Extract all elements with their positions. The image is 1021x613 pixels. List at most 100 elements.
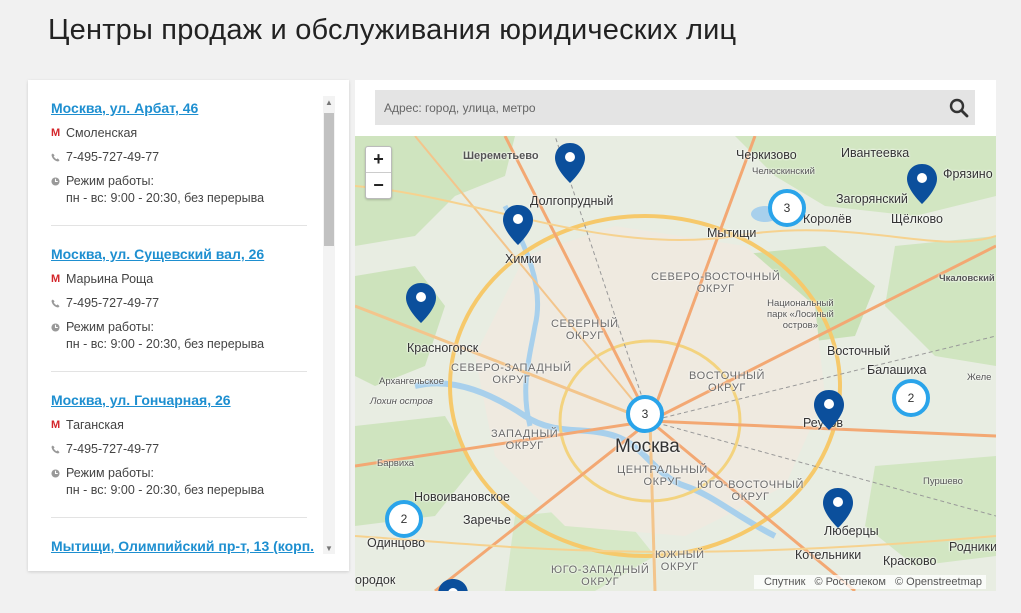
label-sao: СЕВЕРНЫЙ ОКРУГ: [551, 318, 619, 342]
map-pin-icon[interactable]: [437, 578, 469, 591]
map-panel: Шереметьево Долгопрудный Черкизово Челюс…: [355, 80, 996, 591]
label-arkhangelskoe: Архангельское: [379, 376, 444, 387]
hours-value: пн - вс: 9:00 - 20:30, без перерыва: [66, 191, 265, 205]
search-icon[interactable]: [947, 96, 971, 120]
address-search-input[interactable]: [375, 90, 944, 125]
map[interactable]: Шереметьево Долгопрудный Черкизово Челюс…: [355, 136, 996, 591]
phone-icon: [51, 295, 66, 311]
metro-name: Смоленская: [66, 126, 138, 140]
office-metro: M Таганская: [51, 417, 307, 434]
office-link[interactable]: Мытищи, Олимпийский пр-т, 13 (корп.: [51, 538, 314, 554]
map-pin-icon[interactable]: [405, 282, 437, 324]
label-kotelniki: Котельники: [795, 548, 862, 562]
map-pin-icon[interactable]: [822, 487, 854, 529]
office-item: Москва, ул. Арбат, 46 M Смоленская 7-495…: [51, 80, 307, 226]
map-pin-icon[interactable]: [502, 204, 534, 246]
label-svao: СЕВЕРО-ВОСТОЧНЫЙ ОКРУГ: [651, 271, 781, 295]
label-gorodok: ородок: [355, 573, 396, 587]
metro-icon: M: [51, 127, 61, 139]
list-scrollbar[interactable]: ▲ ▼: [323, 96, 335, 554]
label-odintsovo: Одинцово: [367, 536, 426, 550]
label-zao: ЗАПАДНЫЙ ОКРУГ: [491, 428, 559, 452]
office-item: Мытищи, Олимпийский пр-т, 13 (корп.: [51, 518, 314, 571]
metro-icon: M: [51, 273, 61, 285]
zoom-control: + −: [365, 146, 392, 199]
hours-value: пн - вс: 9:00 - 20:30, без перерыва: [66, 483, 265, 497]
label-purshevo: Пуршево: [923, 476, 963, 487]
cluster-marker[interactable]: 3: [768, 189, 806, 227]
office-phone: 7-495-727-49-77: [51, 295, 307, 312]
label-zheleznodorozhny: Желе: [967, 372, 992, 383]
office-phone: 7-495-727-49-77: [51, 441, 307, 458]
hours-label: Режим работы:: [66, 174, 154, 188]
attribution-sputnik[interactable]: Спутник: [764, 576, 805, 588]
address-search: [375, 90, 975, 125]
map-pin-icon[interactable]: [554, 142, 586, 184]
office-hours: Режим работы: пн - вс: 9:00 - 20:30, без …: [51, 173, 307, 207]
label-sheremetyevo: Шереметьево: [463, 150, 539, 162]
metro-name: Марьина Роща: [66, 272, 154, 286]
scroll-thumb[interactable]: [324, 113, 334, 246]
office-list[interactable]: Москва, ул. Арбат, 46 M Смоленская 7-495…: [28, 80, 328, 571]
page-title: Центры продаж и обслуживания юридических…: [48, 14, 737, 46]
cluster-marker[interactable]: 2: [892, 379, 930, 417]
label-krasnogorsk: Красногорск: [407, 341, 479, 355]
office-metro: M Марьина Роща: [51, 271, 307, 288]
metro-icon: M: [51, 419, 61, 431]
phone-number: 7-495-727-49-77: [66, 442, 160, 456]
office-phone: 7-495-727-49-77: [51, 149, 307, 166]
phone-number: 7-495-727-49-77: [66, 296, 160, 310]
label-khimki: Химки: [505, 252, 542, 266]
cluster-marker[interactable]: 2: [385, 500, 423, 538]
attribution-rostelecom[interactable]: © Ростелеком: [815, 576, 886, 588]
office-link[interactable]: Москва, ул. Сущевский вал, 26: [51, 246, 307, 262]
clock-icon: [51, 465, 66, 481]
office-hours: Режим работы: пн - вс: 9:00 - 20:30, без …: [51, 465, 307, 499]
phone-icon: [51, 441, 66, 457]
label-mytishchi: Мытищи: [707, 226, 757, 240]
label-yuzao: ЮГО-ЗАПАДНЫЙ ОКРУГ: [551, 564, 650, 588]
office-link[interactable]: Москва, ул. Гончарная, 26: [51, 392, 307, 408]
label-balashikha: Балашиха: [867, 363, 927, 377]
zoom-out-button[interactable]: −: [366, 172, 391, 198]
clock-icon: [51, 173, 66, 189]
label-chkalovsky: Чкаловский: [939, 273, 995, 284]
map-pin-icon[interactable]: [906, 163, 938, 205]
label-shchelkovo: Щёлково: [891, 212, 943, 226]
label-moskva: Москва: [615, 436, 680, 457]
label-krasnovo: Красково: [883, 554, 937, 568]
label-vostochny: Восточный: [827, 344, 891, 358]
label-vao: ВОСТОЧНЫЙ ОКРУГ: [689, 370, 765, 394]
map-pin-icon[interactable]: [813, 389, 845, 431]
label-zagoryansky: Загорянский: [836, 192, 908, 206]
label-chelyuskinsky: Челюскинский: [752, 166, 815, 177]
hours-value: пн - вс: 9:00 - 20:30, без перерыва: [66, 337, 265, 351]
label-rodniki: Родники: [949, 540, 996, 554]
label-losiny: Национальный парк «Лосиный остров»: [767, 298, 834, 331]
scroll-up-icon[interactable]: ▲: [323, 96, 335, 108]
label-novoivanovskoe: Новоивановское: [414, 490, 510, 504]
label-ivanteevka: Ивантеевка: [841, 146, 910, 160]
label-dolgoprudny: Долгопрудный: [530, 194, 614, 208]
label-yuvao: ЮГО-ВОСТОЧНЫЙ ОКРУГ: [697, 479, 805, 503]
phone-number: 7-495-727-49-77: [66, 150, 160, 164]
label-zarechye: Заречье: [463, 513, 511, 527]
label-yuao: ЮЖНЫЙ ОКРУГ: [655, 549, 705, 573]
office-metro: M Смоленская: [51, 125, 307, 142]
label-cherkizovo: Черкизово: [736, 148, 797, 162]
office-link[interactable]: Москва, ул. Арбат, 46: [51, 100, 307, 116]
label-korolev: Королёв: [803, 212, 852, 226]
office-hours: Режим работы: пн - вс: 9:00 - 20:30, без …: [51, 319, 307, 353]
zoom-in-button[interactable]: +: [366, 147, 391, 172]
clock-icon: [51, 319, 66, 335]
hours-label: Режим работы:: [66, 320, 154, 334]
scroll-down-icon[interactable]: ▼: [323, 542, 335, 554]
phone-icon: [51, 149, 66, 165]
office-list-panel: Москва, ул. Арбат, 46 M Смоленская 7-495…: [28, 80, 349, 571]
cluster-marker[interactable]: 3: [626, 395, 664, 433]
label-fryazino: Фрязино: [943, 167, 993, 181]
label-lokhin: Лохин остров: [370, 396, 433, 407]
attribution-osm[interactable]: © Openstreetmap: [895, 576, 982, 588]
label-barvikha: Барвиха: [377, 458, 415, 469]
office-item: Москва, ул. Сущевский вал, 26 M Марьина …: [51, 226, 307, 372]
